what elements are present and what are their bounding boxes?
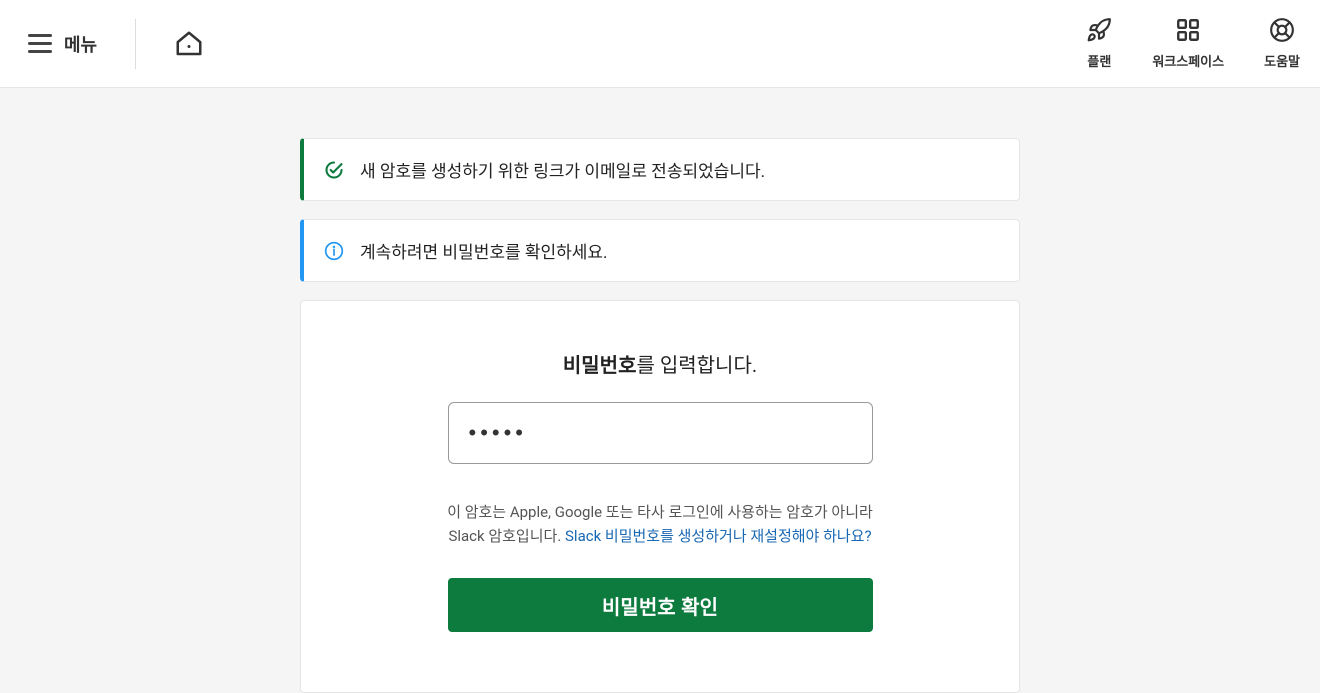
nav-plan[interactable]: 플랜 xyxy=(1086,17,1112,70)
nav-help-label: 도움말 xyxy=(1264,51,1300,70)
menu-button[interactable]: 메뉴 xyxy=(20,23,105,65)
header-left: 메뉴 xyxy=(20,19,212,69)
home-icon xyxy=(174,29,204,59)
card-title-bold: 비밀번호 xyxy=(563,353,637,377)
password-card: 비밀번호를 입력합니다. 이 암호는 Apple, Google 또는 타사 로… xyxy=(300,300,1020,693)
confirm-password-button[interactable]: 비밀번호 확인 xyxy=(448,578,873,632)
alert-info-text: 계속하려면 비밀번호를 확인하세요. xyxy=(360,238,608,263)
alert-success: 새 암호를 생성하기 위한 링크가 이메일로 전송되었습니다. xyxy=(300,138,1020,201)
card-title-rest: 를 입력합니다. xyxy=(636,353,757,377)
password-input[interactable] xyxy=(448,402,873,464)
main-content: 새 암호를 생성하기 위한 링크가 이메일로 전송되었습니다. 계속하려면 비밀… xyxy=(0,88,1320,693)
help-text: 이 암호는 Apple, Google 또는 타사 로그인에 사용하는 암호가 … xyxy=(440,500,880,548)
grid-icon xyxy=(1175,17,1201,43)
hamburger-icon xyxy=(28,34,52,53)
alert-success-text: 새 암호를 생성하기 위한 링크가 이메일로 전송되었습니다. xyxy=(360,157,765,182)
nav-workspace[interactable]: 워크스페이스 xyxy=(1152,17,1224,70)
header: 메뉴 플랜 워크스페이스 xyxy=(0,0,1320,88)
reset-password-link[interactable]: Slack 비밀번호를 생성하거나 재설정해야 하나요? xyxy=(565,527,872,545)
card-title: 비밀번호를 입력합니다. xyxy=(563,349,757,378)
nav-help[interactable]: 도움말 xyxy=(1264,17,1300,70)
check-circle-icon xyxy=(324,160,344,180)
info-icon xyxy=(324,241,344,261)
home-button[interactable] xyxy=(166,21,212,67)
menu-label: 메뉴 xyxy=(64,31,97,57)
divider xyxy=(135,19,136,69)
content-wrapper: 새 암호를 생성하기 위한 링크가 이메일로 전송되었습니다. 계속하려면 비밀… xyxy=(300,138,1020,693)
rocket-icon xyxy=(1086,17,1112,43)
header-right: 플랜 워크스페이스 도움말 xyxy=(1086,17,1300,70)
nav-workspace-label: 워크스페이스 xyxy=(1152,51,1224,70)
nav-plan-label: 플랜 xyxy=(1087,51,1111,70)
help-icon xyxy=(1269,17,1295,43)
alert-info: 계속하려면 비밀번호를 확인하세요. xyxy=(300,219,1020,282)
